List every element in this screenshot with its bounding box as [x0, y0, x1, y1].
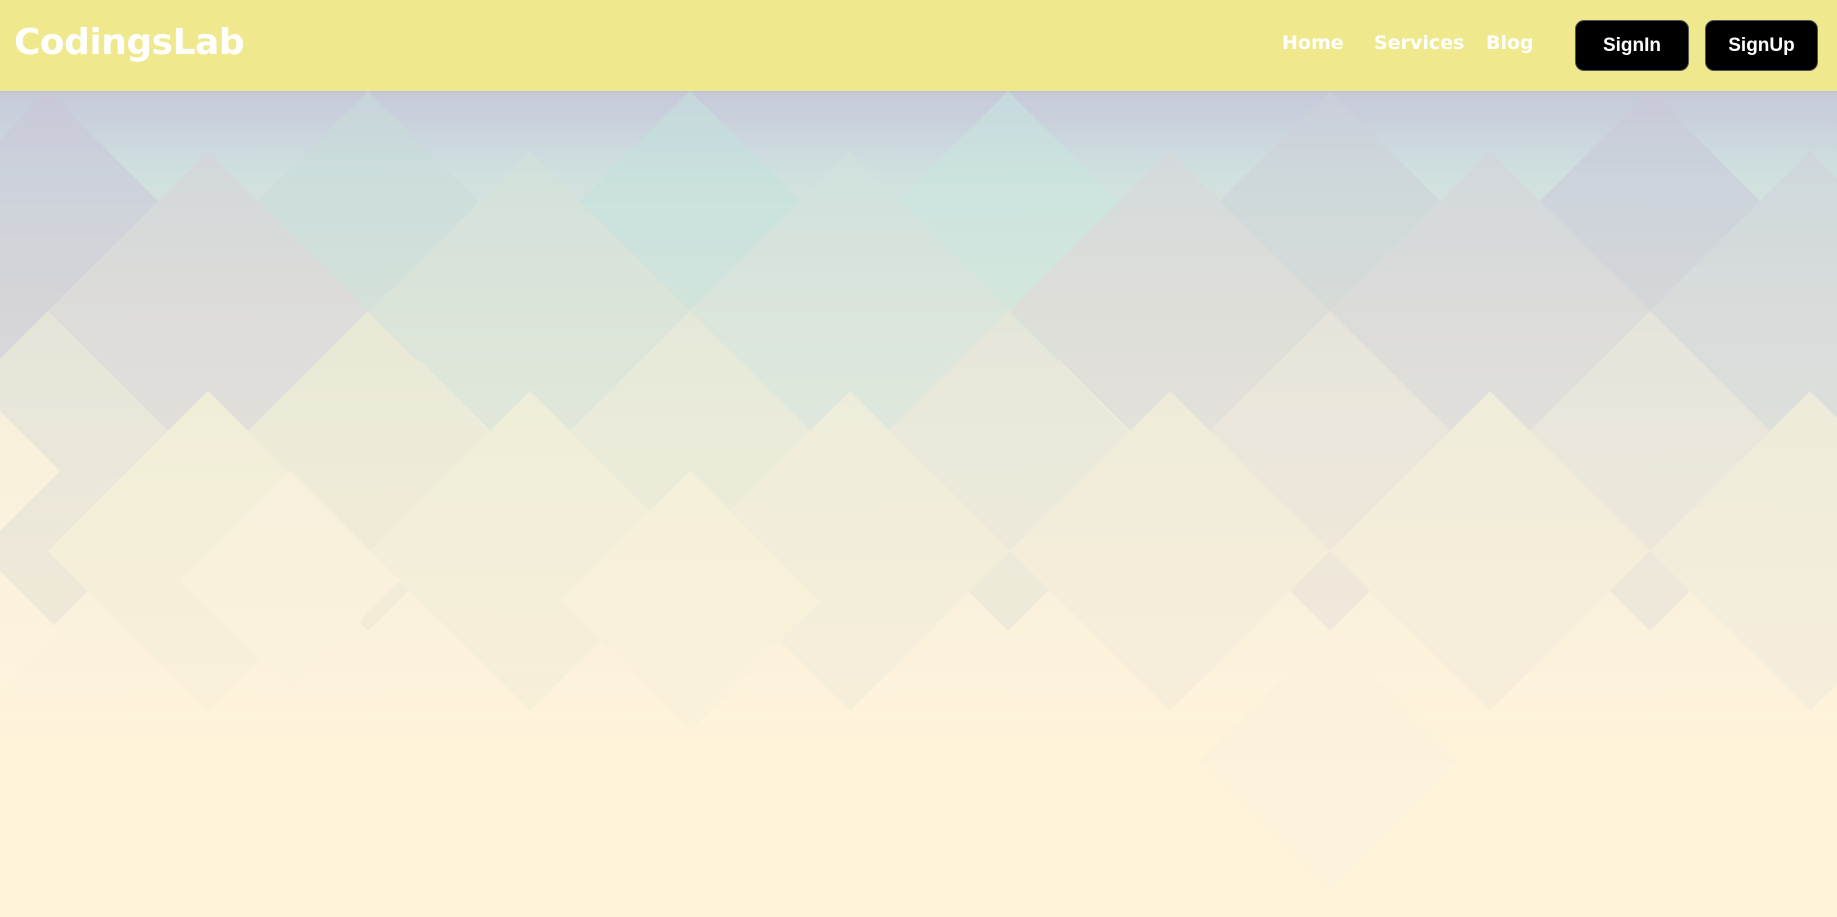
- brand-logo[interactable]: CodingsLab: [14, 22, 245, 63]
- navbar: CodingsLab Home Services Blog SignIn Sig…: [0, 0, 1837, 91]
- diamond-pattern: [0, 91, 1837, 891]
- signup-button[interactable]: SignUp: [1705, 20, 1818, 71]
- nav-link-services[interactable]: Services: [1374, 32, 1464, 54]
- nav-link-home[interactable]: Home: [1282, 32, 1344, 54]
- hero-background: [0, 91, 1837, 917]
- signin-button[interactable]: SignIn: [1575, 20, 1689, 71]
- nav-link-blog[interactable]: Blog: [1486, 32, 1534, 54]
